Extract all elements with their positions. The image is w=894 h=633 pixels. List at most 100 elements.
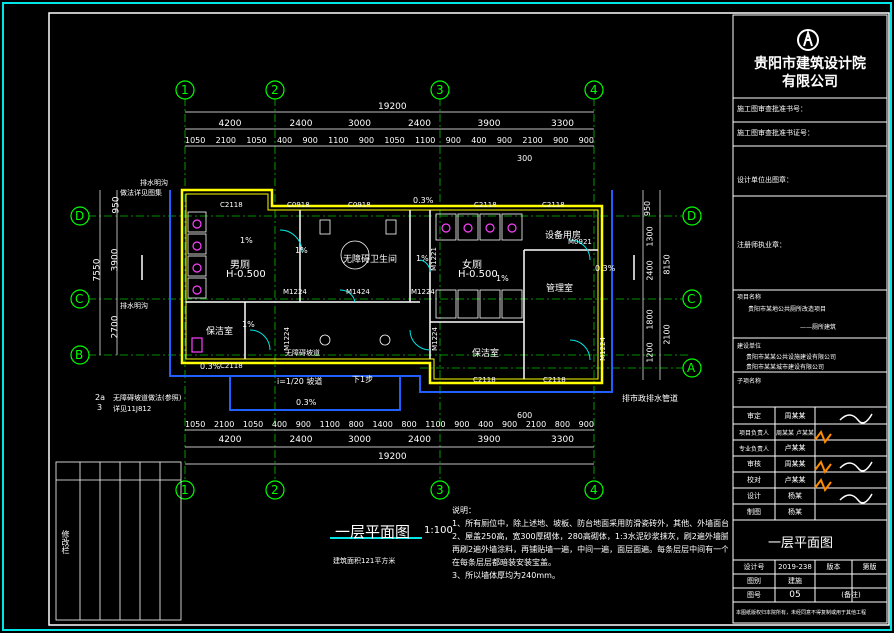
axis-label-D-left: D — [75, 209, 85, 223]
note-item: 在每条层层都暗装安装宝盖。 — [452, 558, 556, 567]
axis-label-A-right: A — [687, 361, 696, 375]
plan-title: 一层平面图 — [335, 523, 411, 541]
tb-project-name: 贵阳市某地公共厕所改造项目 — [748, 306, 827, 313]
dim-left-c: 2700 — [110, 315, 121, 339]
plan-area-note: 建筑面积121平方米 — [333, 557, 396, 565]
door-tag: C2118 — [473, 376, 496, 384]
role-row: 审定 周某某 — [747, 411, 806, 420]
revision-label: 修改栏 — [61, 530, 70, 554]
tb-info: 设计号 2019-238 版本 第版 图别 建施 图号 05 (备注) — [733, 560, 887, 602]
role-row: 校对 卢某某 — [747, 476, 806, 484]
role-row: 项目负责人 周某某 卢某某 — [738, 429, 814, 437]
dim-right-d: 1800 — [645, 309, 655, 330]
slope-label: 1% — [240, 236, 253, 245]
notes-head: 说明： — [452, 506, 476, 515]
role-row: 审核 周某某 — [747, 460, 806, 468]
ramp-label: i=1/20 坡道 — [277, 377, 323, 386]
axis-label-2-bottom: 2 — [271, 483, 279, 497]
door-tag: C2118 — [220, 201, 243, 209]
door-tag: C2118 — [542, 201, 565, 209]
axis-label-3-bottom: 3 — [436, 483, 444, 497]
company-logo — [797, 29, 819, 51]
tb-row-review-cert: 施工图审查批准书证号： — [737, 129, 814, 137]
axis-label-C-left: C — [75, 292, 84, 306]
ref-note: 无障碍坡道做法(参照) — [113, 394, 182, 402]
dim-right-f: 2100 — [662, 324, 672, 345]
info-row: 图号 05 (备注) — [747, 590, 861, 600]
slope-label: 1% — [295, 246, 308, 255]
role-row: 设计 杨某 — [747, 492, 802, 500]
note-item: 2、屋盖250高，宽300厚砌体，280高砌体，1:3水泥砂浆抹灰，刷2遍外墙腻… — [452, 532, 728, 541]
dim-left-b: 3900 — [110, 248, 121, 272]
note-item: 1、所有厕位中，除上述地、坡板、防台地面采用防滑瓷砖外，其他、外墙面台面处理均采… — [452, 519, 728, 528]
axis-label-1-top: 1 — [181, 83, 189, 97]
axis-label-2-top: 2 — [271, 83, 279, 97]
door-tag: C0918 — [348, 201, 371, 209]
dim-left-a: 950 — [111, 196, 122, 214]
room-cleaning: 保洁室 — [472, 349, 500, 359]
dim-right-a: 950 — [643, 200, 653, 217]
tb-drawing-title: 一层平面图 — [768, 536, 834, 551]
slope-label: 0.3% — [595, 264, 616, 273]
door-tag: M1224 — [283, 288, 307, 296]
note-item: 3、所以墙体厚均为240mm。 — [452, 571, 560, 580]
dim-bottom-row2: 1050 2100 1050 400 900 1100 800 1400 800… — [185, 420, 594, 429]
door-tag: C2118 — [474, 201, 497, 209]
dim-bottom-total: 19200 — [378, 452, 407, 462]
dim-bottom-row3: 600 — [517, 411, 533, 420]
room-janitor: 保洁室 — [206, 327, 234, 337]
step-label: 下1步 — [352, 375, 374, 384]
dim-right-e: 1200 — [645, 342, 655, 363]
dim-top-row2: 1050 2100 1050 400 900 1100 900 1050 110… — [185, 136, 594, 145]
slope-label: 0.3% — [413, 196, 434, 205]
door-tag: M1221 — [429, 247, 438, 271]
role-row: 专业负责人 卢某某 — [738, 444, 806, 453]
drain-right-label: 排市政排水管道 — [622, 394, 678, 403]
ramp-note: 无障碍坡道 — [285, 349, 320, 357]
tb-row-stamp: 设计单位出图章： — [737, 176, 793, 184]
room-manage: 管理室 — [546, 284, 574, 294]
info-row: 图别 建施 — [747, 577, 802, 585]
door-tag: M1224 — [411, 288, 435, 296]
tb-project-label: 项目名称 — [737, 294, 762, 301]
dim-right-total: 8150 — [662, 254, 672, 275]
drain-left-label: 排水明沟 — [120, 302, 148, 310]
room-accessible: 无障碍卫生间 — [343, 255, 398, 265]
tb-roles: 审定 周某某 项目负责人 周某某 卢某某 专业负责人 卢某某 审核 周某某 校对 卢某某 … — [733, 407, 815, 520]
tb-project-sub: ——厕所建筑 — [800, 324, 837, 331]
door-tag: M1224 — [598, 337, 607, 361]
axis-label-B-left: B — [75, 348, 84, 362]
plan-scale: 1:100 — [424, 525, 453, 536]
info-row: 设计号 2019-238 版本 第版 — [743, 563, 877, 571]
axis-label-D-right: D — [687, 209, 697, 223]
dim-top-row1: 4200 2400 3000 2400 3900 3300 — [218, 119, 574, 129]
revision-table — [55, 461, 182, 621]
ref-bubble-1: 2a — [95, 393, 105, 402]
dim-left-total: 7550 — [92, 258, 103, 282]
role-row: 制图 杨某 — [747, 508, 802, 516]
drain-top-label: 排水明沟 — [140, 179, 168, 187]
orange-signatures — [814, 429, 832, 493]
slope-label: 0.3% — [296, 398, 317, 407]
company-name: 贵阳市建筑设计院 有限公司 — [754, 56, 866, 90]
door-tag: M1224 — [430, 327, 439, 351]
slope-label: 1% — [416, 254, 429, 263]
room-men-h: H-0.500 — [226, 269, 266, 280]
notes-block: 说明： 1、所有厕位中，除上述地、坡板、防台地面采用防滑瓷砖外，其他、外墙面台面… — [452, 504, 728, 582]
tb-client-name: 贵阳市某某公共设施建设有限公司 — [746, 354, 837, 361]
tb-row-review-no: 施工图审查批准书号： — [737, 105, 807, 113]
door-tag: C2118 — [543, 376, 566, 384]
room-women-h: H-0.500 — [458, 269, 498, 280]
slope-label: 1% — [242, 320, 255, 329]
tb-client-name2: 贵阳市某某城市建设有限公司 — [746, 364, 825, 371]
signature-marks — [839, 413, 873, 504]
dim-top-row3: 300 — [517, 154, 533, 163]
axis-label-4-bottom: 4 — [590, 483, 598, 497]
ref-bubble-2: 3 — [97, 403, 103, 412]
dim-top-total: 19200 — [378, 102, 407, 112]
door-tag: C2118 — [220, 362, 243, 370]
door-tag: C0918 — [287, 201, 310, 209]
door-tag: M1424 — [346, 288, 370, 296]
note-item: 再刷2遍外墙涂料，再铺贴墙一遍，中间一遍，面层面遍。每条层层中间有一个宝盖， — [452, 545, 728, 554]
drain-top-label2: 做法详见图集 — [120, 189, 162, 197]
